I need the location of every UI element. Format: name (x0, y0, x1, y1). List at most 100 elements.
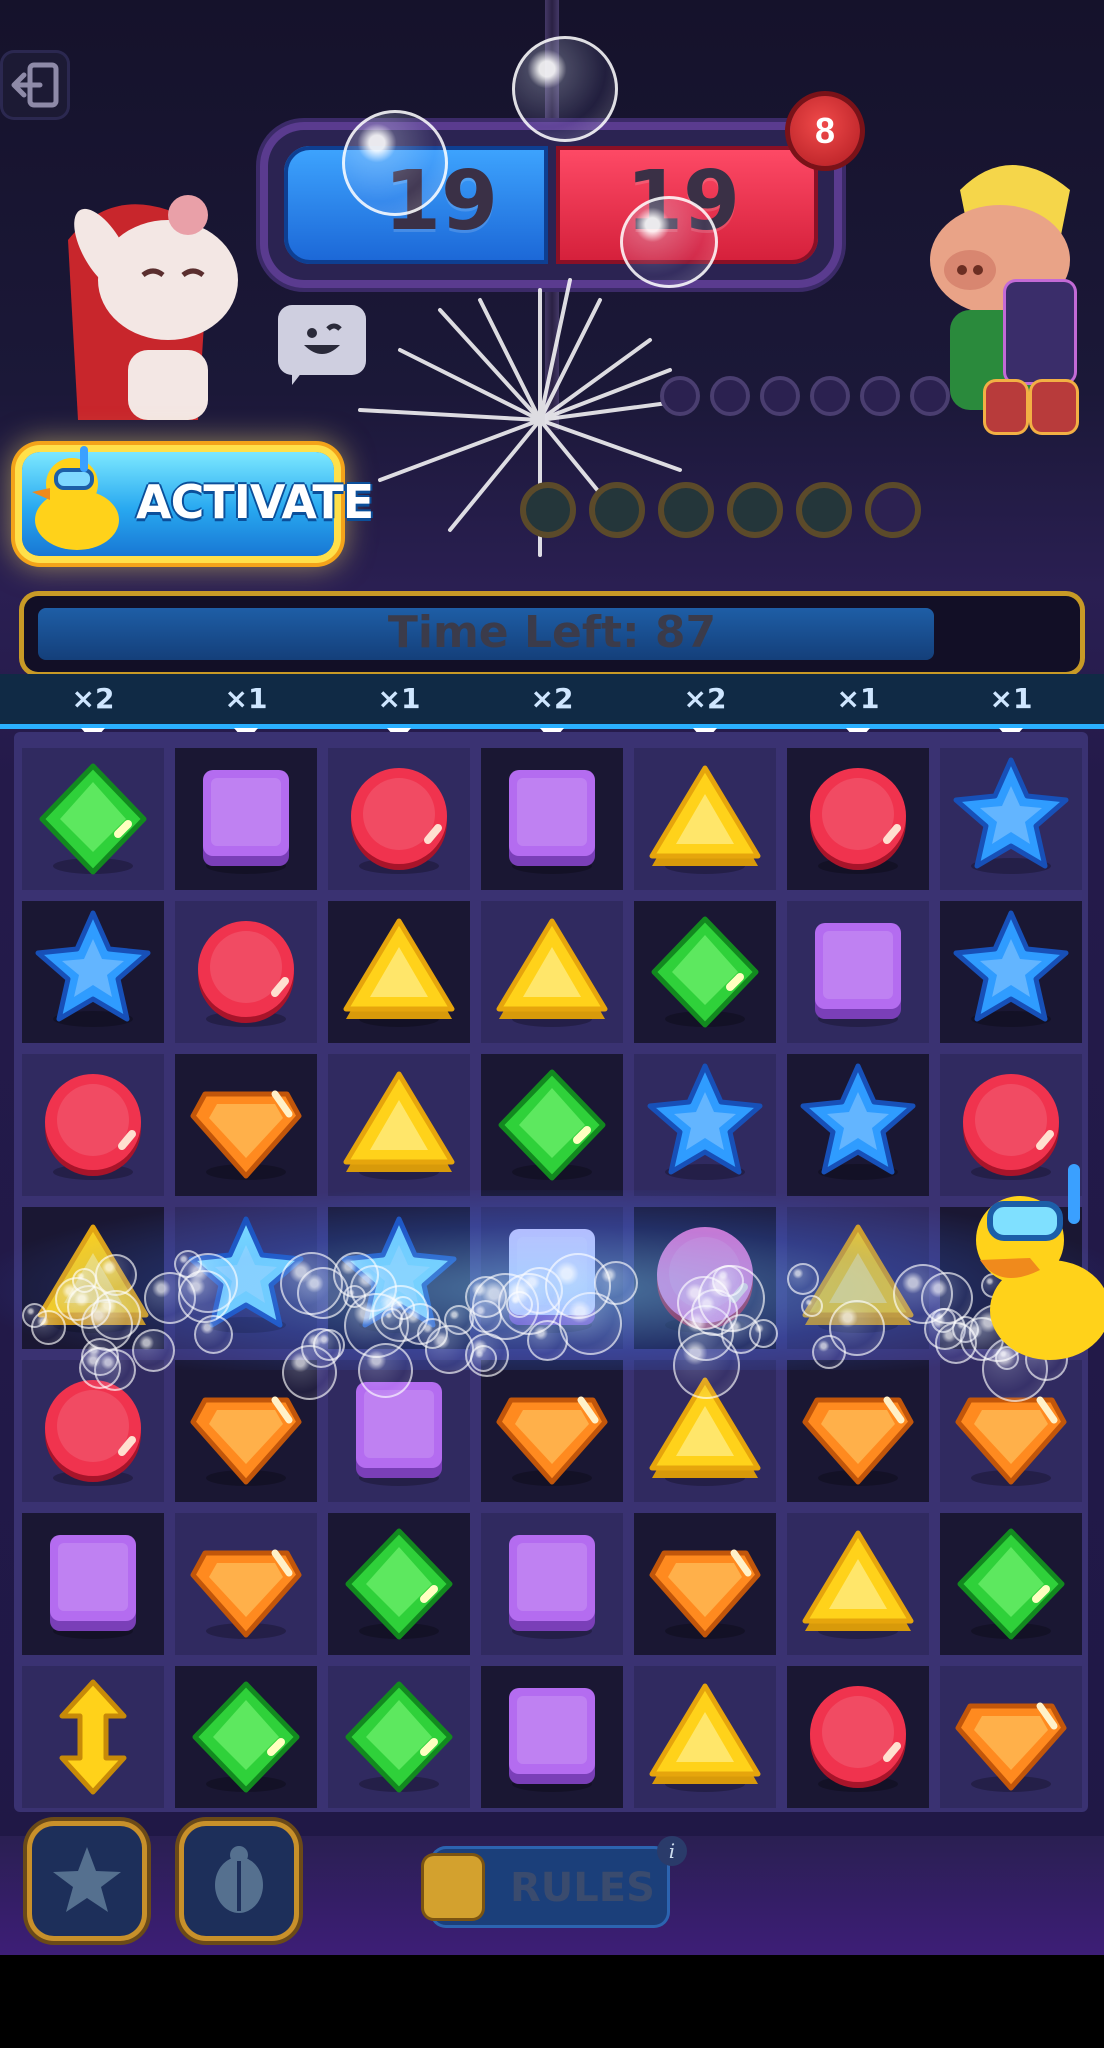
board-cell[interactable] (328, 1513, 470, 1655)
board-cell[interactable] (175, 1666, 317, 1808)
board-cell[interactable] (175, 748, 317, 890)
exit-icon (11, 62, 59, 108)
board-cell[interactable] (940, 901, 1082, 1043)
board-cell[interactable] (328, 1054, 470, 1196)
stars-icon (53, 1847, 121, 1912)
board-cell[interactable] (22, 1054, 164, 1196)
bubble-decoration (72, 1268, 97, 1293)
board-cell[interactable] (481, 1513, 623, 1655)
board-cell[interactable] (787, 1054, 929, 1196)
column-multiplier: ×1 (224, 682, 268, 715)
board-cell[interactable] (22, 1513, 164, 1655)
emote-button[interactable] (278, 305, 366, 385)
bubble-decoration (893, 1264, 953, 1324)
rules-label: RULES (510, 1865, 655, 1911)
yellow-triangle-icon (343, 1071, 455, 1180)
board-cell[interactable] (940, 1666, 1082, 1808)
bubble-decoration (391, 1296, 415, 1320)
player-avatar-bunny (68, 195, 238, 420)
player-progress-dots (520, 482, 921, 538)
purple-square-icon (815, 923, 901, 1027)
board-cell[interactable] (787, 748, 929, 890)
green-diamond-icon (345, 1528, 453, 1640)
board-cell[interactable] (481, 748, 623, 890)
bubble-decoration (698, 1265, 765, 1332)
board-cell[interactable] (22, 748, 164, 890)
bubble-decoration (342, 110, 448, 216)
board-cell[interactable] (787, 1666, 929, 1808)
board-cell[interactable] (481, 1666, 623, 1808)
board-cell[interactable] (175, 901, 317, 1043)
purple-square-icon (203, 770, 289, 874)
red-circle-icon (198, 921, 294, 1027)
rules-book-icon (424, 1856, 482, 1918)
board-cell[interactable] (175, 1513, 317, 1655)
progress-dot (710, 376, 750, 416)
red-circle-icon (810, 768, 906, 874)
board-cell[interactable] (481, 1054, 623, 1196)
green-diamond-icon (957, 1528, 1065, 1640)
green-diamond-icon (39, 763, 147, 875)
bubble-decoration (787, 1263, 819, 1295)
bubble-decoration (132, 1329, 175, 1372)
purple-square-icon (509, 1535, 595, 1639)
red-circle-icon (810, 1686, 906, 1792)
info-icon[interactable]: i (657, 1836, 687, 1866)
progress-dot (589, 482, 645, 538)
orange-gem-icon (649, 1549, 761, 1639)
green-diamond-icon (345, 1681, 453, 1793)
board-cell[interactable] (481, 1360, 623, 1502)
orange-gem-icon (190, 1549, 302, 1639)
board-cell[interactable] (634, 748, 776, 890)
bubble-decoration (79, 1347, 121, 1389)
column-multiplier: ×2 (683, 682, 727, 715)
board-cell[interactable] (328, 1666, 470, 1808)
yellow-triangle-icon (496, 918, 608, 1027)
blue-star-icon (953, 910, 1069, 1027)
column-multiplier: ×1 (377, 682, 421, 715)
board-cell[interactable] (634, 1513, 776, 1655)
progress-dot (865, 482, 921, 538)
board-cell[interactable] (22, 901, 164, 1043)
bubble-decoration (465, 1276, 507, 1318)
board-cell[interactable] (22, 1666, 164, 1808)
board-cell[interactable] (940, 748, 1082, 890)
bubble-decoration (31, 1310, 66, 1345)
column-multiplier: ×1 (836, 682, 880, 715)
progress-dot (810, 376, 850, 416)
progress-dot (727, 482, 783, 538)
board-cell[interactable] (328, 901, 470, 1043)
scarab-booster-button[interactable] (184, 1826, 294, 1936)
duck-icon (32, 446, 119, 550)
bubble-decoration (358, 1343, 413, 1398)
board-cell[interactable] (787, 1513, 929, 1655)
board-cell[interactable] (175, 1054, 317, 1196)
bubble-decoration (673, 1332, 740, 1399)
purple-square-icon (509, 770, 595, 874)
activate-label: ACTIVATE (136, 475, 374, 529)
board-cell[interactable] (634, 1666, 776, 1808)
opponent-card-icon (1006, 282, 1074, 382)
board-cell[interactable] (940, 1513, 1082, 1655)
column-multiplier: ×1 (989, 682, 1033, 715)
board-cell[interactable] (634, 901, 776, 1043)
orange-gem-icon (802, 1396, 914, 1486)
purple-square-icon (50, 1535, 136, 1639)
board-cell[interactable] (787, 1360, 929, 1502)
progress-dot (760, 376, 800, 416)
bubble-decoration (178, 1270, 231, 1323)
blue-star-icon (800, 1063, 916, 1180)
board-cell[interactable] (787, 901, 929, 1043)
yellow-triangle-icon (649, 765, 761, 874)
bubble-decoration (194, 1315, 233, 1354)
exit-button[interactable] (0, 50, 70, 120)
star-booster-button[interactable] (32, 1826, 142, 1936)
board-cell[interactable] (328, 748, 470, 890)
column-multiplier: ×2 (530, 682, 574, 715)
progress-dot (658, 482, 714, 538)
progress-dot (660, 376, 700, 416)
emote-icon (304, 323, 342, 354)
board-cell[interactable] (634, 1054, 776, 1196)
board-cell[interactable] (481, 901, 623, 1043)
bubble-decoration (333, 1252, 379, 1298)
